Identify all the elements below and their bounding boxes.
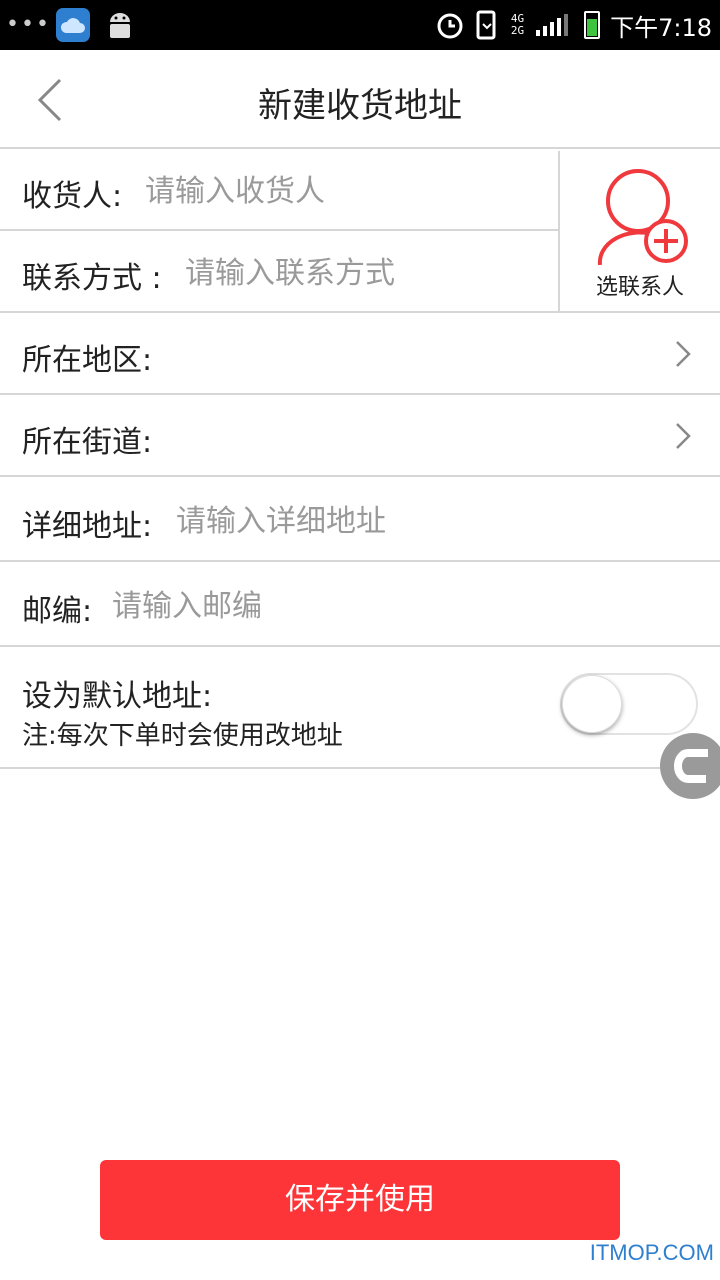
chevron-right-icon	[676, 341, 691, 367]
more-dots-icon: •••	[6, 12, 51, 37]
detail-address-input[interactable]	[176, 501, 696, 541]
alarm-icon	[437, 13, 463, 39]
android-icon	[106, 10, 134, 40]
save-and-use-button[interactable]: 保存并使用	[100, 1160, 620, 1240]
detail-address-label: 详细地址:	[22, 509, 153, 544]
cloud-app-icon	[56, 8, 90, 42]
add-person-icon	[590, 165, 690, 269]
zip-label: 邮编:	[22, 594, 93, 629]
zip-row: 邮编:	[0, 562, 720, 647]
contact-row: 联系方式 :	[0, 231, 558, 313]
c-icon	[674, 749, 708, 783]
default-address-label: 设为默认地址:	[22, 679, 213, 714]
clock: 下午7:18	[610, 13, 712, 42]
recipient-input[interactable]	[145, 171, 545, 211]
region-label: 所在地区:	[22, 343, 153, 378]
default-address-row: 设为默认地址: 注:每次下单时会使用改地址	[0, 647, 720, 769]
street-label: 所在街道:	[22, 425, 153, 460]
vibrate-icon	[476, 10, 496, 40]
recipient-row: 收货人:	[0, 151, 558, 231]
signal-icon	[536, 14, 569, 36]
chevron-right-icon	[676, 423, 691, 449]
contact-input[interactable]	[185, 253, 545, 293]
region-row[interactable]: 所在地区:	[0, 313, 720, 395]
battery-icon	[584, 11, 601, 39]
zip-input[interactable]	[112, 586, 672, 626]
floating-c-button[interactable]	[660, 733, 720, 799]
default-address-note: 注:每次下单时会使用改地址	[22, 721, 343, 751]
status-right: 4G 2G 下午7:18	[435, 0, 712, 50]
pick-contact-button[interactable]: 选联系人	[558, 151, 720, 311]
page-title: 新建收货地址	[258, 86, 462, 126]
watermark: ITMOP.COM	[589, 1240, 714, 1265]
recipient-label: 收货人:	[22, 179, 123, 214]
contact-label: 联系方式 :	[22, 261, 162, 296]
status-bar: ••• 4G 2G 下午7:18	[0, 0, 720, 50]
network-indicator: 4G 2G	[510, 12, 525, 37]
app-header: 新建收货地址	[0, 50, 720, 149]
pick-contact-label: 选联系人	[595, 275, 684, 300]
street-row[interactable]: 所在街道:	[0, 395, 720, 477]
default-address-toggle[interactable]	[560, 673, 698, 735]
toggle-knob	[562, 675, 622, 733]
detail-address-row: 详细地址:	[0, 477, 720, 562]
